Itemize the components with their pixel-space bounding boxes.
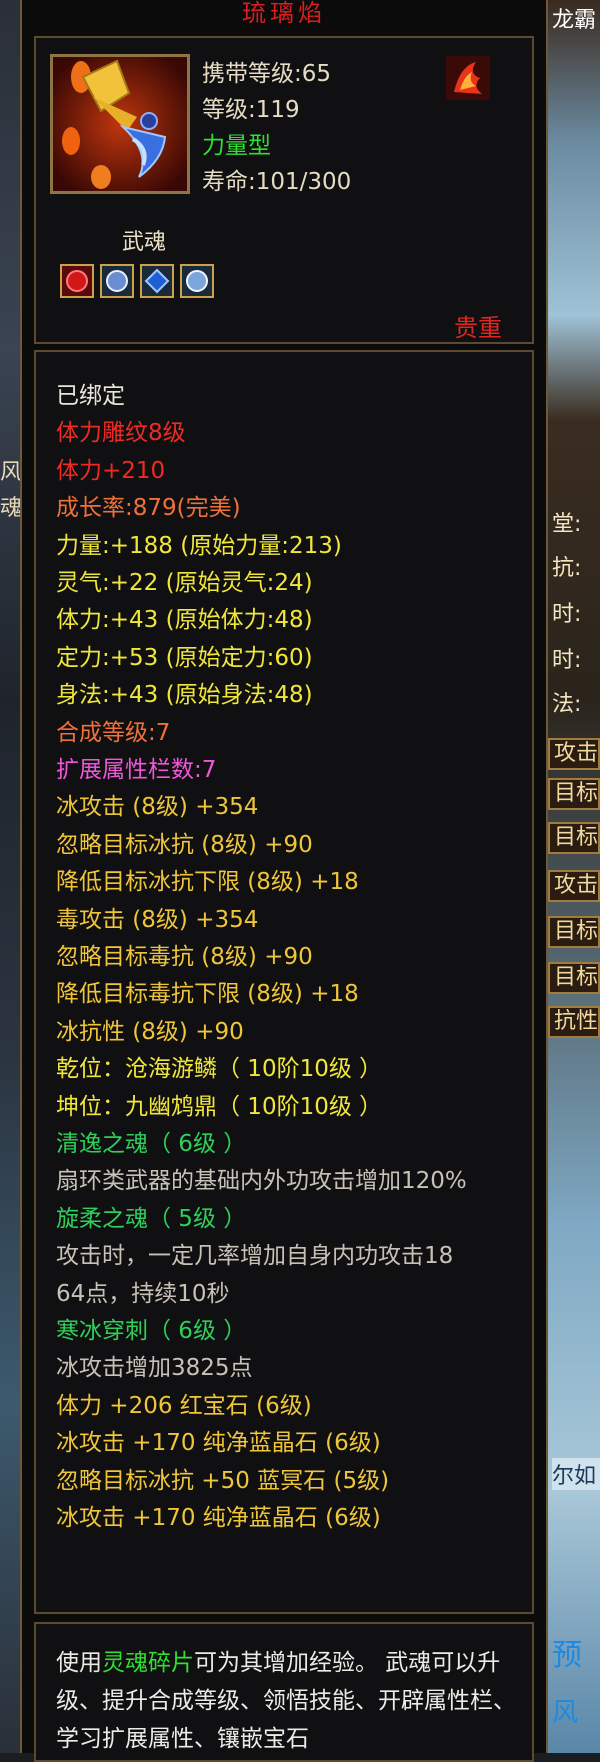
property-line: 已绑定 [56, 383, 125, 409]
properties-panel: 已绑定体力雕纹8级 体力+210 成长率:879(完美) 力量:+188 (原始力量:… [34, 350, 534, 1614]
property-line: 合成等级:7 [56, 719, 171, 746]
property-line: 冰抗性 (8级) +90 [56, 1018, 244, 1045]
item-type: 力量型 [202, 133, 271, 159]
right-label-5: 法: [552, 692, 582, 717]
flame-fan-icon [53, 57, 187, 191]
right-button-4[interactable]: 攻击 [548, 870, 600, 902]
property-line: 体力雕纹8级 [56, 420, 186, 447]
right-bottom-label-1: 尔如 [552, 1458, 600, 1490]
item-icon [50, 54, 190, 194]
property-line: 体力+210 [56, 457, 166, 484]
right-button-6[interactable]: 目标 [548, 962, 600, 994]
description-panel: 使用灵魂碎片可为其增加经验。 武魂可以升级、提升合成等级、领悟技能、开辟属性栏、… [34, 1622, 534, 1762]
item-level: 等级:119 [202, 97, 300, 123]
right-label-4: 时: [552, 648, 582, 673]
property-line: 力量:+188 (原始力量:213) [56, 532, 342, 559]
blue-gem-icon [144, 268, 170, 294]
property-line: 忽略目标冰抗 (8级) +90 [56, 831, 313, 858]
property-line: 冰攻击增加3825点 [56, 1355, 253, 1382]
property-line: 乾位：沧海游鳞（ 10阶10级 ） [56, 1056, 383, 1083]
crystal-gem-icon [186, 270, 208, 292]
property-line: 扩展属性栏数:7 [56, 757, 217, 783]
item-lifespan: 寿命:101/300 [202, 169, 352, 195]
right-top-label: 龙霸 [552, 8, 597, 33]
right-bottom-label-3: 风 [552, 1698, 579, 1728]
property-line: 成长率:879(完美) [56, 495, 241, 522]
background-left [0, 0, 20, 1753]
right-button-1[interactable]: 攻击 [548, 738, 600, 770]
gem-slot-blue-2 [140, 264, 174, 298]
property-line: 64点，持续10秒 [56, 1280, 230, 1307]
property-line: 降低目标毒抗下限 (8级) +18 [56, 981, 359, 1008]
right-button-2[interactable]: 目标 [548, 778, 600, 810]
item-tooltip: 琉璃焰 携带等级:65 等级:119 力量型 寿命:101/300 武魂 贵重 … [20, 0, 548, 1762]
rarity-label: 贵重 [454, 314, 502, 342]
property-line: 身法:+43 (原始身法:48) [56, 682, 313, 709]
fire-emblem-icon [446, 56, 490, 100]
property-line: 灵气:+22 (原始灵气:24) [56, 570, 313, 596]
property-line: 攻击时，一定几率增加自身内功攻击18 [56, 1243, 454, 1270]
description-prefix: 使用 [56, 1650, 102, 1676]
right-label-1: 堂: [552, 512, 582, 537]
property-line: 清逸之魂（ 6级 ） [56, 1131, 247, 1157]
left-label-2: 魂 [0, 496, 20, 521]
property-line: 冰攻击 (8级) +354 [56, 794, 259, 821]
property-line: 体力 +206 红宝石 (6级) [56, 1392, 312, 1419]
property-line: 定力:+53 (原始定力:60) [56, 644, 313, 671]
property-line: 坤位：九幽鸩鼎（ 10阶10级 ） [56, 1093, 383, 1120]
carry-level: 携带等级:65 [202, 61, 332, 87]
property-line: 扇环类武器的基础内外功攻击增加120% [56, 1168, 467, 1195]
header-panel: 携带等级:65 等级:119 力量型 寿命:101/300 武魂 贵重 [34, 36, 534, 344]
item-title: 琉璃焰 [242, 0, 326, 27]
property-line: 忽略目标冰抗 +50 蓝冥石 (5级) [56, 1467, 390, 1494]
right-label-3: 时: [552, 602, 582, 627]
soul-fragment-link: 灵魂碎片 [102, 1650, 194, 1676]
right-button-7[interactable]: 抗性 [548, 1006, 600, 1038]
property-line: 降低目标冰抗下限 (8级) +18 [56, 869, 359, 896]
property-line: 毒攻击 (8级) +354 [56, 906, 259, 933]
property-line: 忽略目标毒抗 (8级) +90 [56, 944, 313, 970]
red-gem-icon [66, 270, 88, 292]
category-label: 武魂 [122, 230, 167, 255]
right-button-3[interactable]: 目标 [548, 822, 600, 854]
right-bottom-label-2: 预 [552, 1638, 582, 1673]
gem-slot-blue-1 [100, 264, 134, 298]
property-line: 冰攻击 +170 纯净蓝晶石 (6级) [56, 1430, 381, 1457]
gem-slot-red [60, 264, 94, 298]
gem-slot-blue-3 [180, 264, 214, 298]
right-button-5[interactable]: 目标 [548, 916, 600, 948]
left-label-1: 风 [0, 460, 20, 485]
property-line: 体力:+43 (原始体力:48) [56, 607, 313, 634]
crystal-gem-icon [106, 270, 128, 292]
property-line: 寒冰穿刺（ 6级 ） [56, 1318, 247, 1344]
item-description: 使用灵魂碎片可为其增加经验。 武魂可以升级、提升合成等级、领悟技能、开辟属性栏、… [56, 1644, 526, 1758]
property-line: 旋柔之魂（ 5级 ） [56, 1205, 247, 1232]
right-label-2: 抗: [552, 556, 582, 581]
property-line: 冰攻击 +170 纯净蓝晶石 (6级) [56, 1505, 381, 1531]
